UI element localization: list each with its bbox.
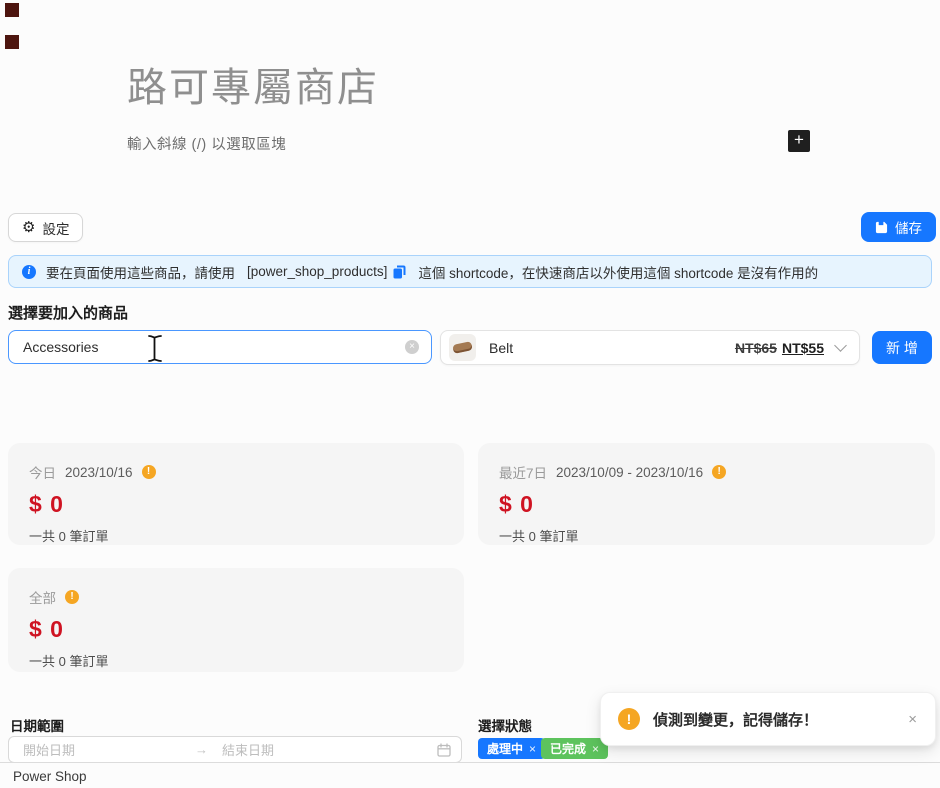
screen-artifact-square [5,3,19,17]
shortcode-info-banner: i 要在頁面使用這些商品，請使用 [power_shop_products] 這… [8,255,932,288]
range-arrow-icon: → [195,742,208,757]
save-icon [875,221,888,234]
status-tag-processing[interactable]: 處理中 × [478,738,545,759]
save-button-label: 儲存 [895,217,922,237]
shortcode-text: [power_shop_products] [247,264,387,279]
warning-circle-icon: ! [142,465,156,479]
plus-icon: + [794,130,804,149]
chevron-down-icon [834,339,847,352]
warning-circle-icon: ! [65,590,79,604]
stat-card-period: 2023/10/09 - 2023/10/16 [556,465,703,480]
banner-text-after: 這個 shortcode，在快速商店以外使用這個 shortcode 是沒有作用… [418,262,818,282]
remove-tag-icon[interactable]: × [529,742,536,756]
toast-message: 偵測到變更，記得儲存！ [653,709,908,730]
status-filter-label: 選擇狀態 [478,715,532,735]
date-range-label: 日期範圍 [10,715,64,735]
block-appender-placeholder[interactable]: 輸入斜線 (/) 以選取區塊 [127,133,286,154]
add-product-button-label: 新 增 [886,338,918,358]
stat-card-title: 全部 [29,587,56,607]
status-tag-label: 已完成 [550,740,586,757]
product-thumbnail [449,334,476,361]
close-icon[interactable]: × [908,711,917,728]
stat-card-orders: 一共 0 筆訂單 [29,526,443,545]
end-date-placeholder[interactable]: 結束日期 [222,740,274,759]
stat-card-amount: $ 0 [29,491,443,518]
copy-icon[interactable] [393,265,406,279]
stat-card-amount: $ 0 [29,616,443,643]
product-picker-label: 選擇要加入的商品 [8,302,128,323]
warning-circle-icon: ! [618,708,640,730]
belt-image [452,341,472,354]
status-tag-completed[interactable]: 已完成 × [541,738,608,759]
stat-card-title: 最近7日 [499,462,547,482]
stat-card-period: 2023/10/16 [65,465,133,480]
settings-button-label: 設定 [42,218,69,238]
calendar-icon [437,743,451,757]
product-select[interactable]: Belt NT$65 NT$55 [440,330,860,365]
remove-tag-icon[interactable]: × [592,742,599,756]
product-name: Belt [489,340,735,356]
info-circle-icon: i [22,265,36,279]
unsaved-changes-toast: ! 偵測到變更，記得儲存！ × [600,692,936,746]
stat-card-today: 今日 2023/10/16 ! $ 0 一共 0 筆訂單 [8,443,464,545]
product-regular-price: NT$65 [735,340,777,356]
stat-card-amount: $ 0 [499,491,914,518]
screen-artifact-square [5,35,19,49]
status-tag-label: 處理中 [487,740,523,757]
date-range-picker[interactable]: 開始日期 → 結束日期 [8,736,462,763]
product-search-input[interactable]: Accessories × [8,330,432,364]
clear-input-icon[interactable]: × [405,340,419,354]
start-date-placeholder[interactable]: 開始日期 [23,740,75,759]
add-product-button[interactable]: 新 增 [872,331,932,364]
stat-card-orders: 一共 0 筆訂單 [499,526,914,545]
warning-circle-icon: ! [712,465,726,479]
stat-card-title: 今日 [29,462,56,482]
stat-card-orders: 一共 0 筆訂單 [29,651,443,670]
footer-divider [0,762,940,763]
page-title[interactable]: 路可專屬商店 [127,55,379,113]
settings-button[interactable]: ⚙ 設定 [8,213,83,242]
save-button[interactable]: 儲存 [861,212,936,242]
stat-card-all: 全部 ! $ 0 一共 0 筆訂單 [8,568,464,672]
stat-card-last7days: 最近7日 2023/10/09 - 2023/10/16 ! $ 0 一共 0 … [478,443,935,545]
text-cursor-pointer [146,334,163,363]
banner-text-before: 要在頁面使用這些商品，請使用 [46,262,235,282]
block-inserter-button[interactable]: + [788,130,810,152]
gear-icon: ⚙ [22,220,35,235]
product-search-value: Accessories [23,339,405,355]
product-sale-price: NT$55 [782,340,824,356]
plugin-brand-text: Power Shop [13,769,87,784]
